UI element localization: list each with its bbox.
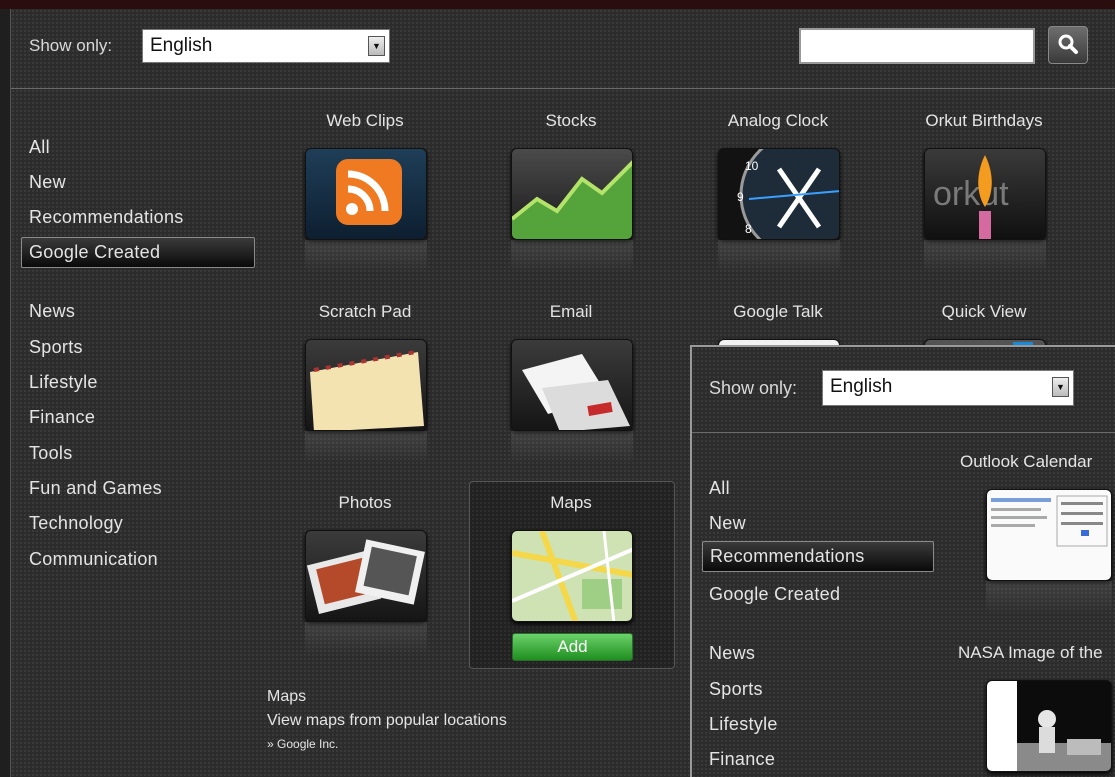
chevron-down-icon[interactable]: ▼: [1052, 377, 1069, 397]
analog-clock-icon: 10 9 8: [737, 149, 839, 239]
gadget-nasa-image[interactable]: [986, 680, 1112, 772]
secondary-language-select-value: English: [830, 376, 893, 397]
thumb-reflection: [986, 581, 1112, 613]
map-icon: [512, 531, 632, 621]
secondary-gadget-gallery: Show only: English ▼ All New Recommendat…: [690, 345, 1115, 777]
gadget-title-photos: Photos: [338, 493, 392, 512]
gadget-title-analog-clock: Analog Clock: [727, 111, 829, 130]
thumb-reflection: [511, 431, 633, 463]
calendar-icon: [991, 495, 1108, 547]
gadget-title-outlook-calendar: Outlook Calendar: [960, 452, 1093, 471]
gadget-stocks[interactable]: [511, 148, 633, 240]
add-button[interactable]: Add: [512, 633, 633, 661]
secondary-category-finance[interactable]: Finance: [709, 749, 775, 770]
secondary-category-lifestyle[interactable]: Lifestyle: [709, 714, 778, 735]
gadget-title-nasa-image: NASA Image of the: [958, 643, 1103, 662]
category-all[interactable]: All: [29, 137, 50, 158]
category-communication[interactable]: Communication: [29, 549, 158, 570]
thumb-reflection: [718, 240, 840, 272]
category-news[interactable]: News: [29, 301, 75, 322]
svg-text:9: 9: [737, 190, 744, 204]
detail-author-link[interactable]: » Google Inc.: [267, 737, 338, 751]
search-button[interactable]: [1048, 26, 1088, 64]
rss-feed-icon: [336, 159, 402, 225]
category-new[interactable]: New: [29, 172, 66, 193]
thumb-reflection: [924, 240, 1046, 272]
chevron-down-icon[interactable]: ▼: [368, 36, 385, 56]
gadget-title-maps: Maps: [550, 493, 592, 512]
category-tools[interactable]: Tools: [29, 443, 73, 464]
thumb-reflection: [305, 431, 427, 463]
birthday-candle-icon: orkut: [933, 155, 1009, 239]
gadget-title-quick-view: Quick View: [941, 302, 1027, 321]
gadget-title-scratch-pad: Scratch Pad: [318, 302, 412, 321]
secondary-category-recommendations[interactable]: Recommendations: [702, 541, 934, 572]
window-top-strip: [0, 0, 1115, 9]
astronaut-photo-icon: [1017, 710, 1111, 771]
secondary-category-news[interactable]: News: [709, 643, 755, 664]
gadget-title-stocks: Stocks: [545, 111, 597, 130]
gadget-photos[interactable]: [305, 530, 427, 622]
secondary-show-only-label: Show only:: [709, 378, 798, 398]
secondary-category-sports[interactable]: Sports: [709, 679, 763, 700]
category-fun-and-games[interactable]: Fun and Games: [29, 478, 162, 499]
language-select-value: English: [150, 35, 213, 56]
show-only-label: Show only:: [29, 36, 113, 55]
thumb-reflection: [305, 622, 427, 654]
category-finance[interactable]: Finance: [29, 407, 95, 428]
category-google-created[interactable]: Google Created: [21, 237, 255, 268]
search-icon: [1058, 34, 1078, 54]
language-select[interactable]: English ▼: [142, 29, 390, 63]
gadget-title-email: Email: [549, 302, 593, 321]
thumb-reflection: [511, 240, 633, 272]
gadget-title-orkut-birthdays: Orkut Birthdays: [925, 111, 1043, 130]
category-technology[interactable]: Technology: [29, 513, 123, 534]
secondary-header: Show only: English ▼: [692, 347, 1115, 433]
category-lifestyle[interactable]: Lifestyle: [29, 372, 98, 393]
gadget-analog-clock[interactable]: 10 9 8: [718, 148, 840, 240]
detail-title: Maps: [267, 688, 307, 705]
gadget-outlook-calendar[interactable]: [986, 489, 1112, 581]
svg-text:10: 10: [745, 159, 759, 173]
envelope-icon: [522, 354, 630, 430]
gallery-header: Show only: English ▼: [11, 9, 1115, 89]
gadget-title-web-clips: Web Clips: [326, 111, 404, 130]
notepad-icon: [310, 350, 424, 430]
secondary-language-select[interactable]: English ▼: [822, 370, 1074, 406]
gadget-orkut-birthdays[interactable]: orkut: [924, 148, 1046, 240]
secondary-category-google-created[interactable]: Google Created: [709, 584, 840, 605]
category-recommendations[interactable]: Recommendations: [29, 207, 184, 228]
stock-chart-icon: [512, 160, 632, 239]
gadget-maps[interactable]: [511, 530, 633, 622]
gadget-scratch-pad[interactable]: [305, 339, 427, 431]
photo-stack-icon: [306, 539, 425, 614]
detail-description: View maps from popular locations: [267, 712, 507, 729]
secondary-category-all[interactable]: All: [709, 478, 730, 499]
category-sports[interactable]: Sports: [29, 337, 83, 358]
search-input[interactable]: [799, 28, 1035, 64]
gadget-title-google-talk: Google Talk: [733, 302, 823, 321]
gadget-web-clips[interactable]: [305, 148, 427, 240]
thumb-reflection: [305, 240, 427, 272]
secondary-category-new[interactable]: New: [709, 513, 746, 534]
svg-text:8: 8: [745, 222, 752, 236]
gadget-email[interactable]: [511, 339, 633, 431]
svg-text:orkut: orkut: [933, 175, 1009, 213]
